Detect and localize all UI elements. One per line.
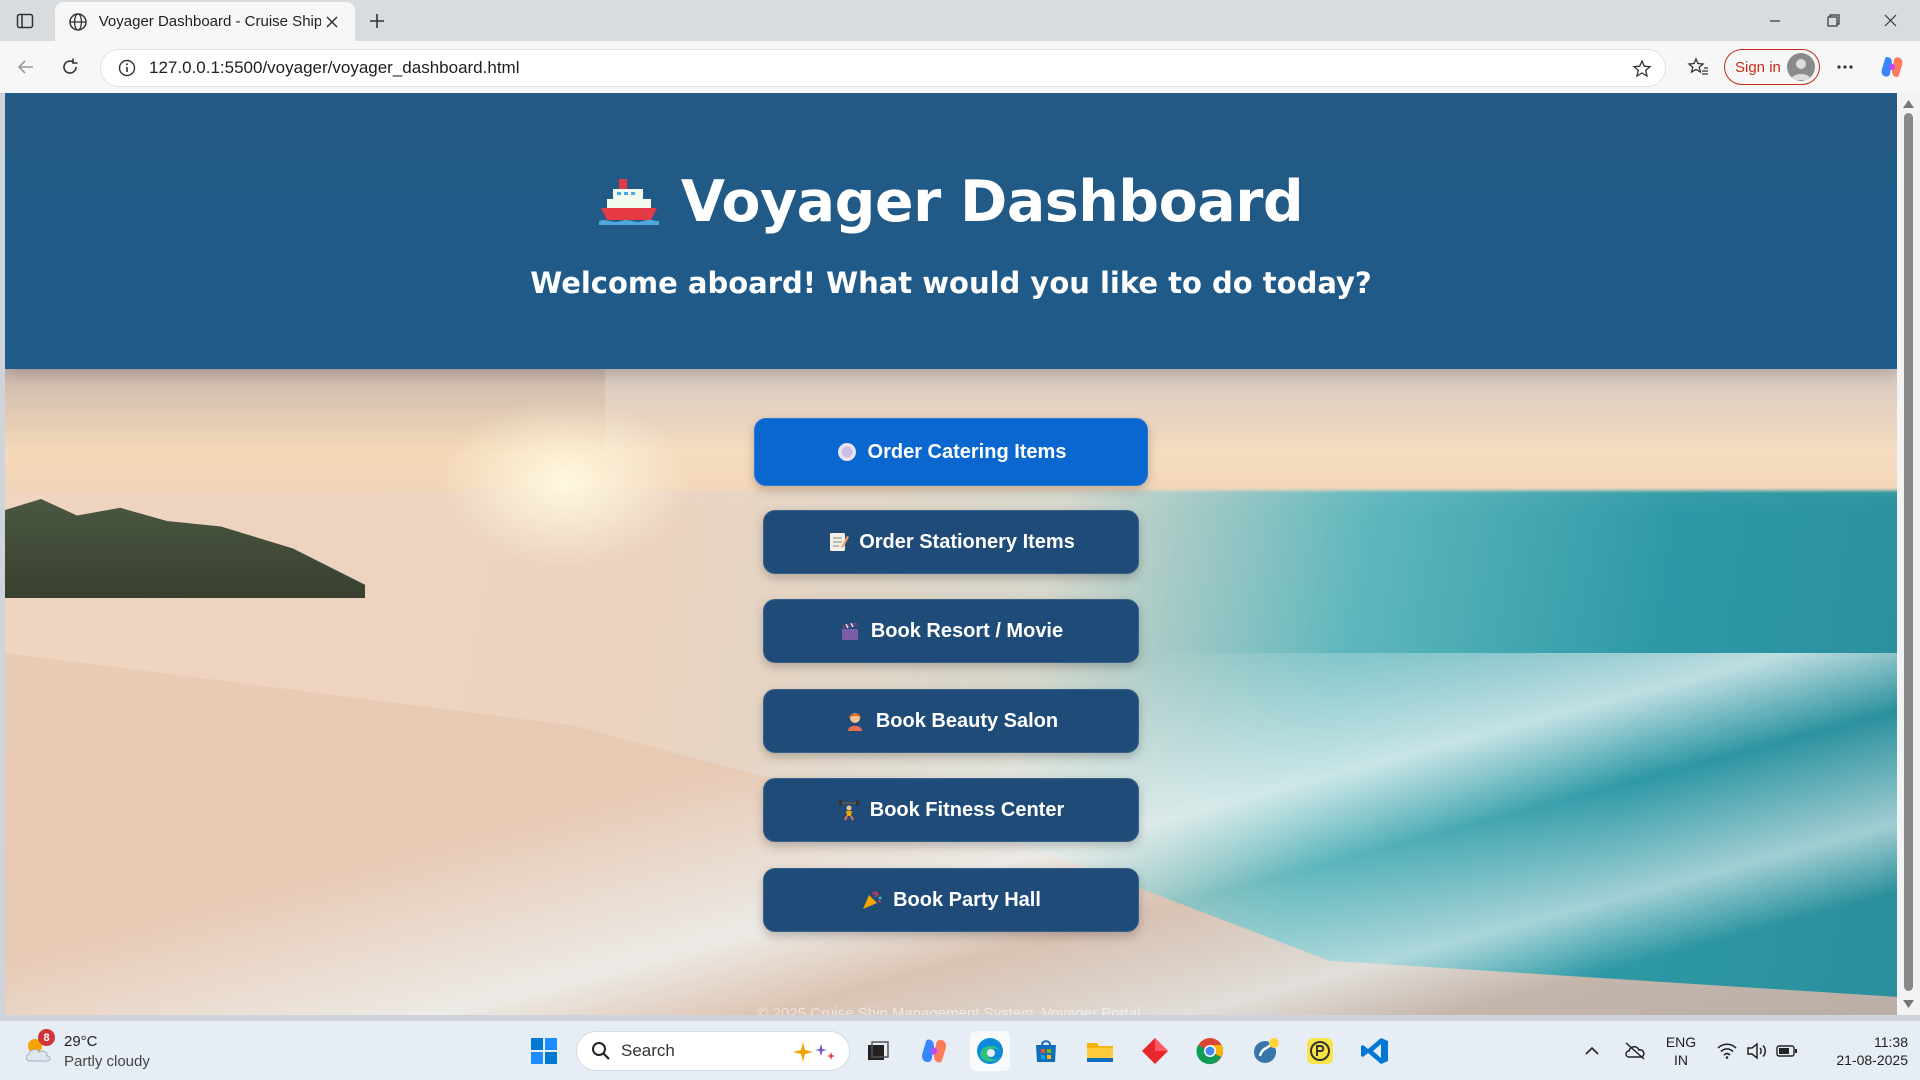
page-scrollbar[interactable]	[1897, 93, 1920, 1015]
store-icon[interactable]	[1026, 1031, 1066, 1071]
globe-icon	[67, 11, 89, 33]
haircut-icon	[847, 713, 862, 731]
url-text: 127.0.0.1:5500/voyager/voyager_dashboard…	[149, 58, 520, 77]
sign-in-label: Sign in	[1735, 58, 1781, 76]
scroll-up-icon[interactable]	[1902, 97, 1915, 110]
button-label: Order Catering Items	[867, 440, 1067, 463]
weather-temp: 29°C	[64, 1033, 98, 1050]
button-label: Order Stationery Items	[859, 530, 1075, 553]
wifi-icon[interactable]	[1714, 1031, 1740, 1071]
book-resort-movie-button[interactable]: Book Resort / Movie	[763, 599, 1139, 663]
reload-icon[interactable]	[54, 51, 86, 83]
sparkle-icon	[793, 1042, 835, 1062]
back-icon[interactable]	[10, 51, 42, 83]
page-viewport: Voyager Dashboard Welcome aboard! What w…	[5, 93, 1897, 1015]
tab-close-icon[interactable]	[321, 11, 343, 33]
page-title-text: Voyager Dashboard	[680, 169, 1304, 235]
restore-icon[interactable]	[1805, 0, 1861, 41]
volume-icon[interactable]	[1744, 1031, 1770, 1071]
language-indicator[interactable]: ENG IN	[1660, 1033, 1702, 1069]
plate-icon	[837, 443, 856, 461]
scroll-down-icon[interactable]	[1902, 997, 1915, 1010]
show-hidden-icons-icon[interactable]	[1580, 1031, 1604, 1071]
favorite-star-icon[interactable]	[1629, 56, 1655, 82]
memo-icon	[830, 533, 850, 551]
edge-icon[interactable]	[970, 1031, 1010, 1071]
clapper-icon	[841, 622, 858, 640]
system-clock[interactable]: 11:38 21-08-2025	[1808, 1033, 1908, 1069]
weather-badge: 8	[38, 1029, 55, 1046]
clock-date: 21-08-2025	[1836, 1052, 1908, 1068]
taskbar-search[interactable]: Search	[576, 1031, 850, 1071]
lang-top: ENG	[1665, 1034, 1697, 1050]
button-label: Book Fitness Center	[869, 798, 1065, 821]
onedrive-offline-icon[interactable]	[1620, 1031, 1650, 1071]
sign-in-button[interactable]: Sign in	[1724, 49, 1820, 85]
party-popper-icon	[863, 891, 882, 909]
search-label: Search	[621, 1041, 675, 1060]
file-explorer-icon[interactable]	[1080, 1031, 1120, 1071]
page-subtitle: Welcome aboard! What would you like to d…	[530, 266, 1372, 300]
page-footer: © 2025 Cruise Ship Management System. Vo…	[757, 1005, 1145, 1015]
diamond-app-icon[interactable]	[1135, 1031, 1175, 1071]
battery-icon[interactable]	[1774, 1031, 1800, 1071]
browser-toolbar: 127.0.0.1:5500/voyager/voyager_dashboard…	[0, 41, 1920, 93]
windows-taskbar: 8 29°C Partly cloudy Search ENG IN 11:38…	[0, 1020, 1920, 1080]
lang-bottom: IN	[1674, 1052, 1688, 1068]
browser-tab[interactable]: Voyager Dashboard - Cruise Ship	[55, 2, 355, 41]
copilot-app-icon[interactable]	[914, 1031, 954, 1071]
new-tab-icon[interactable]	[363, 7, 391, 35]
book-beauty-salon-button[interactable]: Book Beauty Salon	[763, 689, 1139, 753]
clock-time: 11:38	[1874, 1034, 1908, 1050]
favorites-icon[interactable]	[1682, 51, 1714, 83]
address-bar[interactable]: 127.0.0.1:5500/voyager/voyager_dashboard…	[100, 49, 1666, 87]
cruise-ship-icon	[598, 179, 659, 225]
weather-condition: Partly cloudy	[64, 1053, 150, 1070]
dashboard-header: Voyager Dashboard Welcome aboard! What w…	[5, 93, 1897, 369]
python-idle-icon[interactable]	[1246, 1031, 1286, 1071]
search-icon	[592, 1042, 610, 1060]
vscode-icon[interactable]	[1355, 1031, 1395, 1071]
browser-tab-strip: Voyager Dashboard - Cruise Ship	[0, 0, 1920, 41]
button-label: Book Party Hall	[893, 888, 1041, 911]
start-icon[interactable]	[524, 1031, 564, 1071]
minimize-icon[interactable]	[1747, 0, 1803, 41]
page-title: Voyager Dashboard	[5, 169, 1897, 235]
order-stationery-button[interactable]: Order Stationery Items	[763, 510, 1139, 574]
site-info-icon[interactable]	[109, 59, 145, 77]
palm-island-silhouette	[5, 499, 365, 598]
window-close-icon[interactable]	[1862, 0, 1918, 41]
button-label: Book Resort / Movie	[870, 619, 1064, 642]
book-party-hall-button[interactable]: Book Party Hall	[763, 868, 1139, 932]
avatar-icon	[1787, 53, 1815, 81]
sidebar-toggle-icon[interactable]	[12, 8, 38, 34]
button-label: Book Beauty Salon	[875, 709, 1059, 732]
tab-title: Voyager Dashboard - Cruise Ship	[98, 13, 322, 30]
order-catering-button[interactable]: Order Catering Items	[754, 418, 1148, 486]
book-fitness-center-button[interactable]: Book Fitness Center	[763, 778, 1139, 842]
chrome-icon[interactable]	[1190, 1031, 1230, 1071]
copilot-icon[interactable]	[1876, 51, 1908, 83]
weightlifter-icon	[838, 800, 859, 821]
more-options-icon[interactable]	[1829, 51, 1861, 83]
weather-widget[interactable]: 8 29°C Partly cloudy	[22, 1029, 182, 1073]
pycharm-edu-icon[interactable]	[1300, 1031, 1340, 1071]
scrollbar-thumb[interactable]	[1904, 113, 1913, 991]
task-view-icon[interactable]	[858, 1031, 898, 1071]
